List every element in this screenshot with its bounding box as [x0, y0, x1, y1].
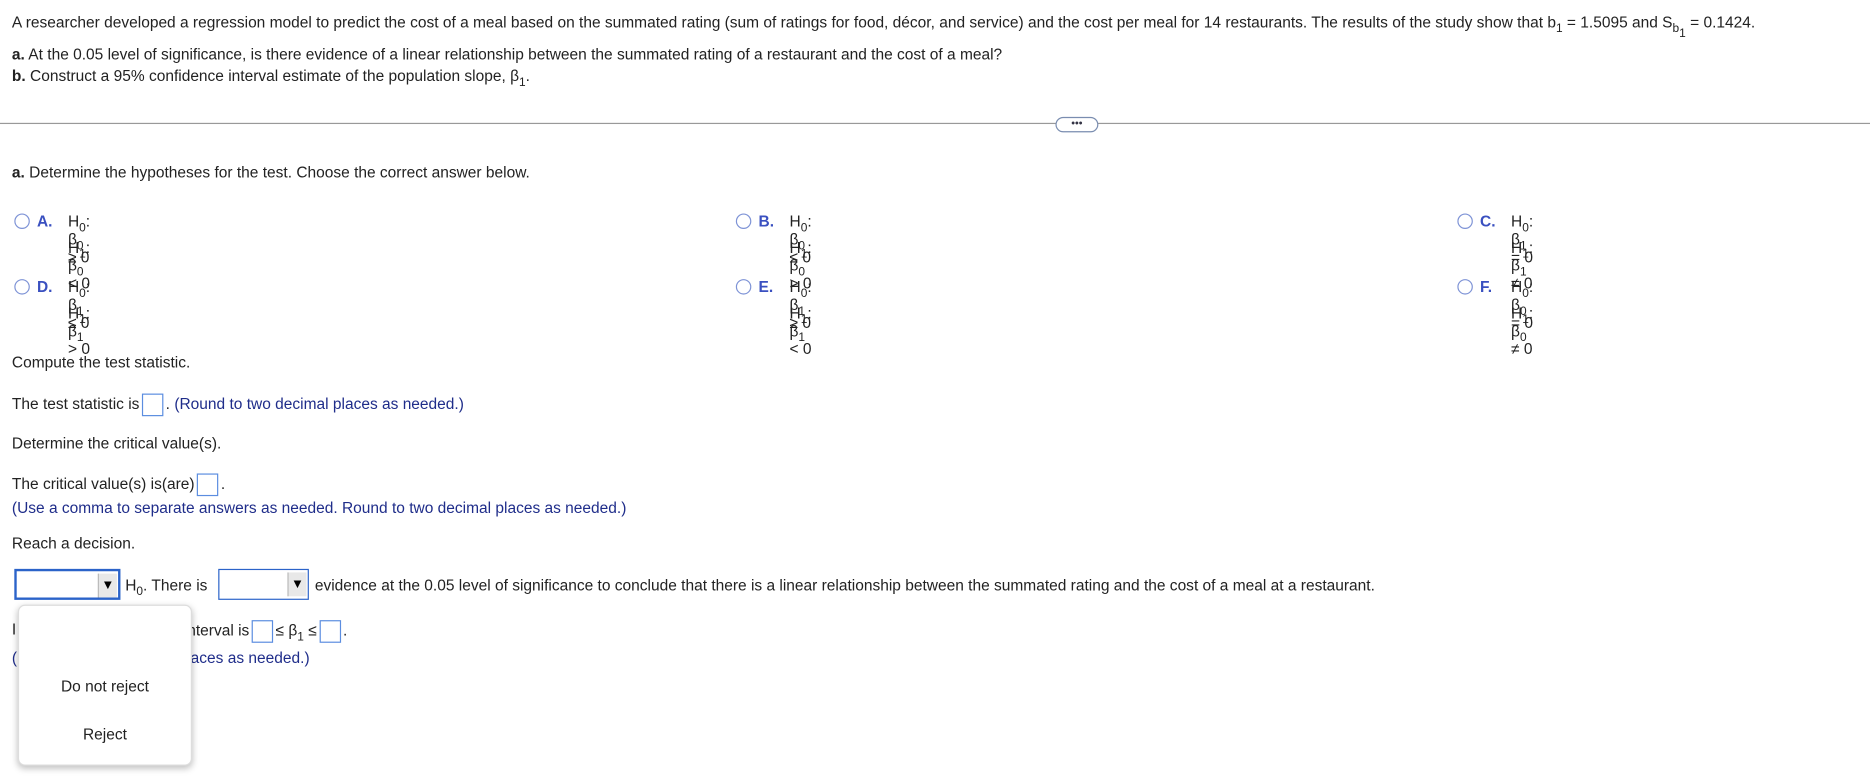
period: .	[342, 621, 348, 640]
h1-sub: 1	[79, 248, 86, 262]
radio-button[interactable]	[735, 213, 752, 229]
decision-select[interactable]: ▼	[14, 568, 121, 600]
test-statistic-label: The test statistic is	[11, 394, 140, 413]
part-b-label: b.	[11, 66, 26, 85]
critical-value-input[interactable]	[196, 473, 219, 497]
more-button[interactable]: •••	[1055, 116, 1099, 133]
part-a-body: At the 0.05 level of significance, is th…	[24, 45, 1003, 64]
radio-button[interactable]	[14, 213, 30, 229]
dropdown-option-reject[interactable]: Reject	[19, 725, 191, 743]
prompt-label: a.	[11, 163, 25, 182]
critical-row: The critical value(s) is(are).	[11, 473, 226, 497]
hypotheses-prompt: a. Determine the hypotheses for the test…	[12, 163, 530, 181]
interval-upper-input[interactable]	[319, 620, 341, 643]
le-label: ≤	[303, 621, 317, 640]
decision-tail: evidence at the 0.05 level of significan…	[314, 576, 1375, 594]
beta-sub: 1	[297, 630, 304, 644]
interval-row: nterval is ≤ β1 ≤.	[187, 620, 347, 643]
dropdown-option-do-not-reject[interactable]: Do not reject	[19, 677, 191, 695]
period: .	[165, 394, 171, 413]
h0-sub: 0	[136, 585, 144, 599]
beta-label: ≤ β	[275, 621, 298, 640]
critical-label: The critical value(s) is(are)	[11, 474, 195, 493]
sb-sub: b	[1672, 22, 1680, 36]
dropdown-arrow-icon[interactable]: ▼	[287, 572, 307, 597]
part-b-body: Construct a 95% confidence interval esti…	[25, 66, 519, 85]
h1-sub: 1	[800, 313, 808, 327]
question-intro: A researcher developed a regression mode…	[11, 13, 1756, 40]
interval-fragment-left: I	[11, 620, 17, 639]
critical-heading: Determine the critical value(s).	[11, 434, 222, 452]
divider	[0, 122, 1870, 125]
part-b-text: b. Construct a 95% confidence interval e…	[11, 66, 530, 89]
option-letter: E.	[758, 277, 774, 296]
h0-sub: 0	[800, 221, 808, 235]
h1-op: < 0	[789, 339, 812, 358]
prompt-text: Determine the hypotheses for the test. C…	[24, 163, 530, 182]
radio-button[interactable]	[735, 279, 752, 295]
h0-sub: 0	[79, 221, 86, 235]
radio-button[interactable]	[14, 279, 30, 295]
decision-heading: Reach a decision.	[11, 534, 136, 553]
h1-sub: 1	[1522, 313, 1529, 327]
option-letter: F.	[1480, 277, 1493, 296]
decision-dropdown-menu: Do not reject Reject	[17, 604, 193, 766]
test-statistic-input[interactable]	[141, 393, 164, 417]
radio-button[interactable]	[1457, 279, 1473, 295]
part-b-sub: 1	[518, 76, 526, 90]
part-a-text: a. At the 0.05 level of significance, is…	[12, 45, 1002, 63]
h1-line: H1: β0 ≠ 0	[1511, 304, 1534, 358]
h1-sub: 1	[800, 248, 808, 262]
test-statistic-row: The test statistic is. (Round to two dec…	[11, 393, 464, 417]
option-letter: C.	[1480, 212, 1496, 231]
h1-op: ≠ 0	[1511, 339, 1533, 358]
test-statistic-hint: (Round to two decimal places as needed.)	[174, 394, 464, 413]
part-a-label: a.	[11, 45, 25, 64]
h0-label: H	[125, 576, 137, 594]
radio-button[interactable]	[1457, 213, 1473, 229]
h1-line: H1: β1 < 0	[789, 304, 812, 358]
mid-text: . There is	[143, 576, 208, 594]
intro-text: A researcher developed a regression mode…	[11, 13, 1556, 32]
interval-hint-left: (	[11, 648, 18, 667]
period: .	[220, 474, 226, 493]
dropdown-arrow-icon[interactable]: ▼	[97, 573, 117, 598]
h1-sub: 1	[79, 313, 86, 327]
b1-value: = 1.5095 and S	[1562, 13, 1673, 32]
sb-value: = 0.1424.	[1685, 13, 1756, 32]
option-letter: A.	[36, 212, 53, 231]
h1-sub: 1	[1522, 248, 1529, 262]
decision-mid: H0. There is	[125, 576, 208, 598]
h0-sub: 0	[1522, 287, 1529, 301]
interval-label: nterval is	[187, 621, 250, 640]
interval-hint: laces as needed.)	[187, 648, 310, 667]
test-statistic-heading: Compute the test statistic.	[11, 353, 191, 371]
h0-sub: 0	[79, 287, 86, 301]
option-letter: D.	[36, 277, 53, 296]
option-letter: B.	[758, 212, 774, 231]
question-page: A researcher developed a regression mode…	[0, 0, 1870, 780]
h0-sub: 0	[1522, 221, 1529, 235]
h0-sub: 0	[800, 287, 808, 301]
h1-line: H1: β1 > 0	[67, 304, 91, 358]
evidence-select[interactable]: ▼	[218, 568, 309, 600]
part-b-end: .	[525, 66, 530, 85]
interval-lower-input[interactable]	[251, 620, 274, 643]
critical-hint: (Use a comma to separate answers as need…	[11, 498, 627, 517]
